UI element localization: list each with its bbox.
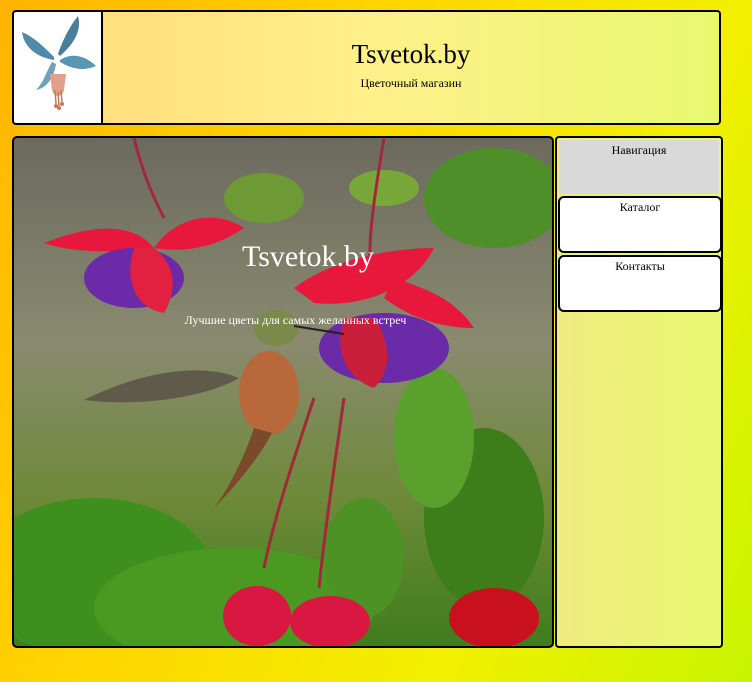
hero-banner: Tsvetok.by Лучшие цветы для самых желанн… <box>12 136 554 648</box>
flower-logo-icon <box>22 16 96 110</box>
site-header: Tsvetok.by Цветочный магазин <box>12 10 721 125</box>
hero-title: Tsvetok.by <box>241 240 375 273</box>
sidebar: Навигация Каталог Контакты <box>555 136 723 648</box>
site-title: Tsvetok.by <box>351 39 471 69</box>
nav-item-catalog[interactable]: Каталог <box>558 196 722 253</box>
site-subtitle: Цветочный магазин <box>360 76 462 90</box>
nav-heading: Навигация <box>559 140 719 194</box>
nav-item-contacts[interactable]: Контакты <box>558 255 722 312</box>
logo[interactable] <box>14 12 103 123</box>
hero-subtitle: Лучшие цветы для самых желанных встреч <box>184 313 407 327</box>
hummingbird-fuchsia-photo <box>14 138 552 646</box>
